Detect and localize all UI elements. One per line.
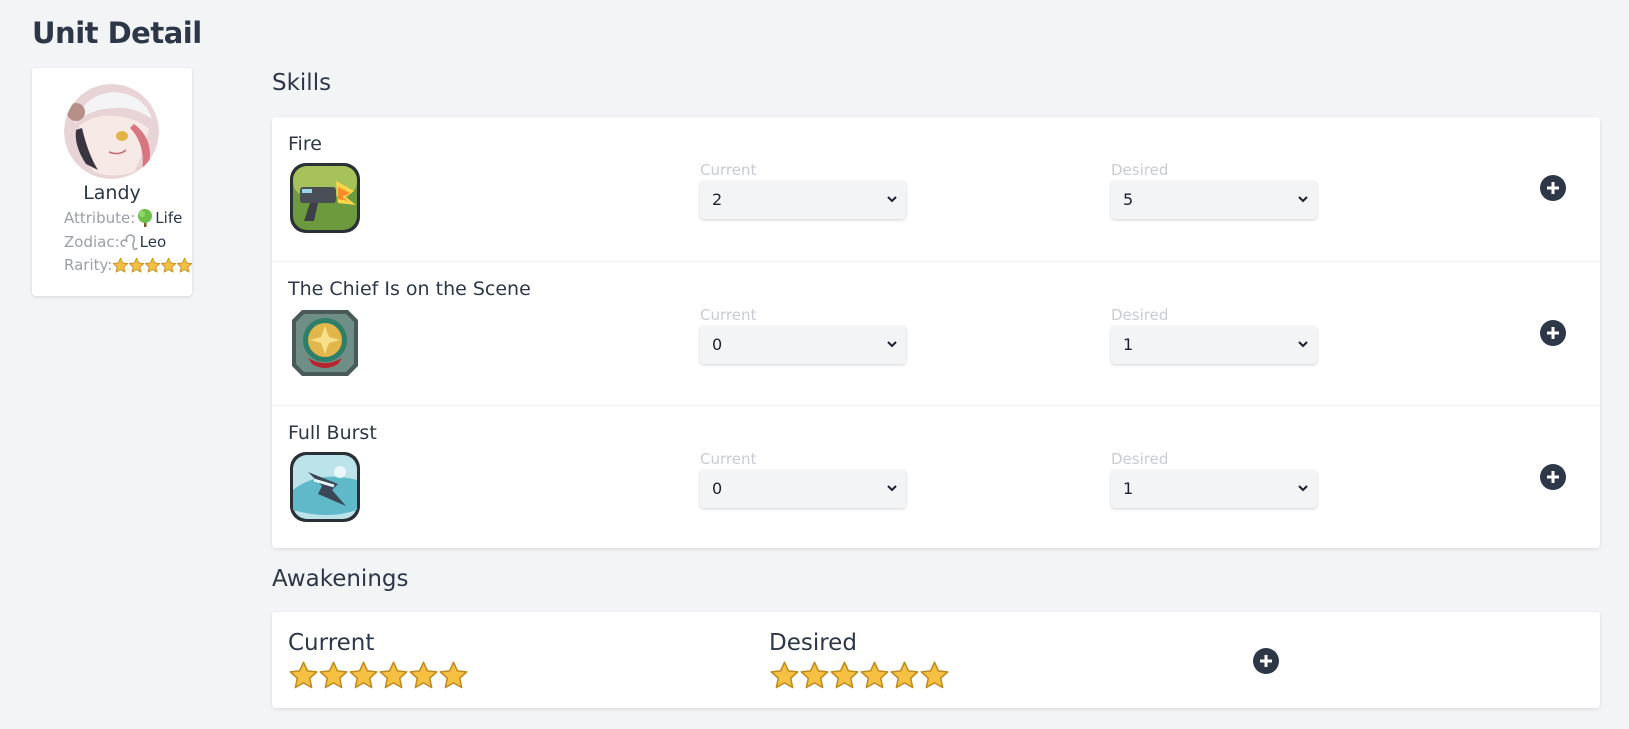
star-icon: [161, 257, 177, 273]
plus-icon: [1547, 471, 1559, 483]
skill-row-fire: Fire Current 2 Desired 5: [272, 117, 1600, 261]
desired-label: Desired: [1111, 306, 1169, 324]
add-skill-button[interactable]: [1540, 320, 1566, 346]
star-icon: [289, 661, 318, 689]
chief-badge-skill-icon: [288, 306, 364, 382]
star-icon: [129, 257, 145, 273]
awakening-current-label: Current: [288, 630, 375, 656]
add-awakening-button[interactable]: [1253, 648, 1279, 674]
awakening-desired-stars[interactable]: [769, 660, 949, 691]
rarity-stars: [112, 257, 193, 274]
current-level-value: 0: [712, 479, 723, 498]
desired-level-select[interactable]: 1: [1111, 326, 1317, 364]
add-skill-button[interactable]: [1540, 464, 1566, 490]
star-icon: [860, 661, 889, 689]
star-icon: [409, 661, 438, 689]
awakening-current-stars[interactable]: [288, 660, 468, 691]
desired-level-value: 5: [1123, 190, 1134, 209]
unit-name: Landy: [83, 182, 141, 204]
desired-level-select[interactable]: 1: [1111, 470, 1317, 508]
awakenings-panel: Current Desired: [272, 612, 1600, 708]
current-level-value: 0: [712, 335, 723, 354]
skill-name: The Chief Is on the Scene: [288, 278, 531, 300]
chevron-down-icon: [887, 341, 897, 348]
current-label: Current: [700, 161, 757, 179]
star-icon: [177, 257, 193, 273]
skill-name: Fire: [288, 133, 322, 155]
full-burst-skill-icon: [288, 450, 364, 526]
leo-zodiac-icon: [120, 232, 140, 252]
zodiac-label: Zodiac:: [64, 233, 120, 251]
star-icon: [319, 661, 348, 689]
star-icon: [439, 661, 468, 689]
desired-level-value: 1: [1123, 335, 1134, 354]
chevron-down-icon: [1298, 341, 1308, 348]
current-level-value: 2: [712, 190, 723, 209]
skills-panel: Fire Current 2 Desired 5 The Chief Is on…: [272, 117, 1600, 548]
plus-icon: [1260, 655, 1272, 667]
skill-row-full-burst: Full Burst Current 0 Desired 1: [272, 405, 1600, 549]
attribute-label: Attribute:: [64, 209, 136, 227]
star-icon: [830, 661, 859, 689]
chevron-down-icon: [1298, 196, 1308, 203]
desired-label: Desired: [1111, 161, 1169, 179]
plus-icon: [1547, 182, 1559, 194]
zodiac-row: Zodiac: Leo: [64, 232, 166, 252]
plus-icon: [1547, 327, 1559, 339]
star-icon: [800, 661, 829, 689]
life-tree-icon: [135, 208, 155, 228]
star-icon: [890, 661, 919, 689]
attribute-value: Life: [155, 209, 183, 227]
skill-row-chief: The Chief Is on the Scene Current 0 Desi…: [272, 261, 1600, 405]
fire-skill-icon: [288, 161, 364, 237]
rarity-row: Rarity:: [64, 256, 193, 274]
unit-card: Landy Attribute: Life Zodiac: Leo Rarity…: [32, 68, 193, 296]
current-level-select[interactable]: 0: [700, 470, 906, 508]
skills-title: Skills: [272, 70, 332, 96]
awakenings-title: Awakenings: [272, 566, 409, 592]
attribute-row: Attribute: Life: [64, 208, 182, 228]
star-icon: [349, 661, 378, 689]
star-icon: [770, 661, 799, 689]
chevron-down-icon: [887, 485, 897, 492]
awakening-desired-label: Desired: [769, 630, 857, 656]
unit-avatar: [64, 84, 159, 179]
current-level-select[interactable]: 0: [700, 326, 906, 364]
desired-label: Desired: [1111, 450, 1169, 468]
skill-name: Full Burst: [288, 422, 377, 444]
desired-level-value: 1: [1123, 479, 1134, 498]
star-icon: [920, 661, 949, 689]
current-label: Current: [700, 306, 757, 324]
desired-level-select[interactable]: 5: [1111, 181, 1317, 219]
page-title: Unit Detail: [32, 16, 202, 50]
current-level-select[interactable]: 2: [700, 181, 906, 219]
add-skill-button[interactable]: [1540, 175, 1566, 201]
chevron-down-icon: [887, 196, 897, 203]
rarity-label: Rarity:: [64, 256, 113, 274]
star-icon: [379, 661, 408, 689]
chevron-down-icon: [1298, 485, 1308, 492]
zodiac-value: Leo: [139, 233, 167, 251]
current-label: Current: [700, 450, 757, 468]
star-icon: [113, 257, 129, 273]
star-icon: [145, 257, 161, 273]
